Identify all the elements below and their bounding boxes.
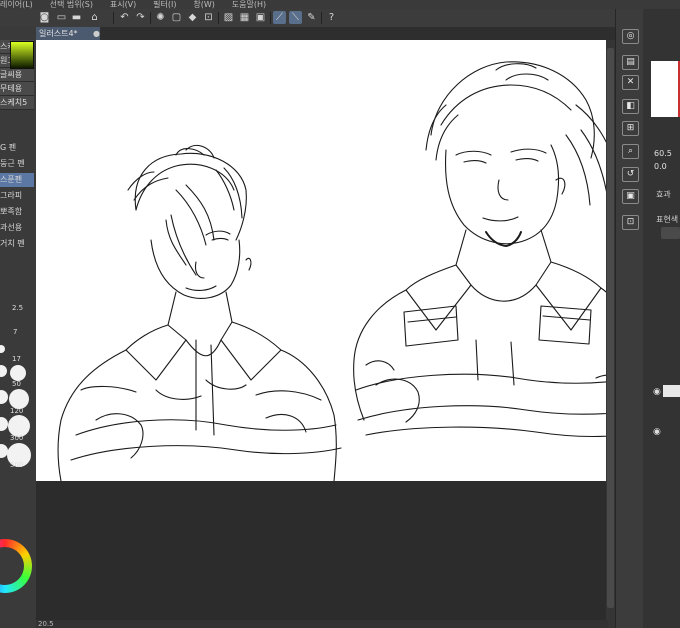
menu-bar: 레이어(L) 선택 범위(S) 표시(V) 필터(I) 창(W) 도움말(H): [0, 0, 680, 9]
close-icon[interactable]: ✕: [622, 75, 639, 90]
menu-selection[interactable]: 선택 범위(S): [50, 0, 93, 9]
layer-property-icon[interactable]: ◧: [622, 99, 639, 114]
brush-item[interactable]: 그라피: [0, 189, 34, 203]
line-art-drawing: [57, 61, 606, 481]
vertical-scrollbar[interactable]: [606, 40, 615, 628]
brush-size-dot[interactable]: [0, 390, 8, 404]
brush-size-label: 17: [12, 355, 21, 363]
brush-size-dot[interactable]: [10, 365, 26, 381]
close-icon[interactable]: ●: [93, 27, 100, 40]
brush-size-label: 300: [10, 434, 24, 442]
layer-thumbnail[interactable]: [663, 385, 680, 397]
fill-icon[interactable]: ◆: [186, 11, 199, 24]
brush-size-label: 2.5: [12, 304, 24, 312]
invert-selection-icon[interactable]: ▦: [238, 11, 251, 24]
brush-size-label: 120: [10, 407, 24, 415]
brush-item[interactable]: 뽀족함: [0, 205, 34, 219]
subtool-item[interactable]: 무테용: [0, 82, 34, 96]
eye-icon[interactable]: ◉: [653, 387, 663, 397]
help-icon[interactable]: ?: [325, 11, 338, 24]
document-tab[interactable]: 일러스트4*: [36, 27, 100, 40]
material-icon[interactable]: ▣: [622, 189, 639, 204]
undo-icon[interactable]: ↶: [118, 11, 131, 24]
snap-special-ruler-icon[interactable]: ⟍: [289, 11, 302, 24]
canvas-paper[interactable]: [36, 40, 606, 481]
brush-size-label: 7: [13, 328, 18, 336]
brush-item[interactable]: G 펜: [0, 141, 34, 155]
brush-item[interactable]: 둥근 펜: [0, 157, 34, 171]
navigator-panel: 60.5 0.0 효과 표현색 ◉ ◉: [643, 9, 680, 628]
menu-layer[interactable]: 레이어(L): [0, 0, 33, 9]
history-icon[interactable]: ↺: [622, 167, 639, 182]
scrollbar-thumb[interactable]: [607, 48, 614, 608]
brush-size-dot[interactable]: [0, 345, 5, 353]
layer-search-icon[interactable]: ⌕: [622, 144, 639, 159]
folder-open-icon[interactable]: ▭: [55, 11, 68, 24]
grid-icon[interactable]: ⊞: [622, 121, 639, 136]
menu-window[interactable]: 창(W): [193, 0, 215, 9]
expression-color-label: 표현색: [656, 215, 679, 224]
snap-grid-icon[interactable]: ✎: [305, 11, 318, 24]
effect-label: 효과: [656, 190, 671, 199]
selection-mode-icon[interactable]: ▣: [254, 11, 267, 24]
menu-view[interactable]: 표시(V): [110, 0, 136, 9]
brush-item[interactable]: 거치 펜: [0, 237, 34, 251]
save-icon[interactable]: ▬: [70, 11, 83, 24]
menu-help[interactable]: 도움말(H): [232, 0, 266, 9]
transform-icon[interactable]: ⊡: [202, 11, 215, 24]
brush-size-dot[interactable]: [9, 389, 29, 409]
subtool-item[interactable]: 글씨용: [0, 68, 34, 82]
canvas-area[interactable]: 20.5: [36, 40, 615, 628]
clear-outside-icon[interactable]: ▢: [170, 11, 183, 24]
zoom-value[interactable]: 60.5: [654, 149, 672, 158]
redo-icon[interactable]: ↷: [134, 11, 147, 24]
panel-icon-column: ◎ ▤ ✕ ◧ ⊞ ⌕ ↺ ▣ ⊡: [615, 9, 643, 628]
command-bar: ◙ ▭ ▬ ⌂ ↶ ↷ ✺ ▢ ◆ ⊡ ▨ ▦ ▣ ⟋ ⟍ ✎ ?: [0, 9, 615, 28]
status-bar: 20.5: [36, 620, 608, 628]
menu-filter[interactable]: 필터(I): [153, 0, 176, 9]
zoom-level[interactable]: 20.5: [38, 620, 54, 628]
brush-item-selected[interactable]: 스푼펜: [0, 173, 34, 187]
document-tab-title: 일러스트4*: [39, 29, 78, 38]
sub-tool-panel: 스케치2 원고용 글씨용 무테용 스케치5 G 펜 둥근 펜 스푼펜 그라피 뽀…: [0, 27, 36, 628]
color-wheel[interactable]: [0, 539, 32, 593]
brush-size-label: 50: [12, 380, 21, 388]
clear-icon[interactable]: ✺: [154, 11, 167, 24]
brush-item[interactable]: 과선용: [0, 221, 34, 235]
eye-icon[interactable]: ◉: [653, 427, 663, 437]
navigator-icon[interactable]: ◎: [622, 29, 639, 44]
subtool-item[interactable]: 스케치5: [0, 96, 34, 110]
brush-size-label: 500: [10, 461, 24, 469]
color-square[interactable]: [10, 41, 34, 69]
print-icon[interactable]: ⌂: [88, 11, 101, 24]
navigator-preview[interactable]: [651, 61, 680, 117]
document-tab-bar: 일러스트4* ●: [36, 27, 615, 40]
brush-size-dot[interactable]: [0, 417, 8, 431]
brush-size-dot[interactable]: [0, 365, 7, 377]
search-icon[interactable]: ⊡: [622, 215, 639, 230]
snap-ruler-icon[interactable]: ⟋: [273, 11, 286, 24]
color-mode-button[interactable]: [661, 227, 680, 239]
sub-view-icon[interactable]: ▤: [622, 55, 639, 70]
screen-capture-icon[interactable]: ◙: [38, 11, 51, 24]
rotation-value[interactable]: 0.0: [654, 162, 667, 171]
deselect-icon[interactable]: ▨: [222, 11, 235, 24]
